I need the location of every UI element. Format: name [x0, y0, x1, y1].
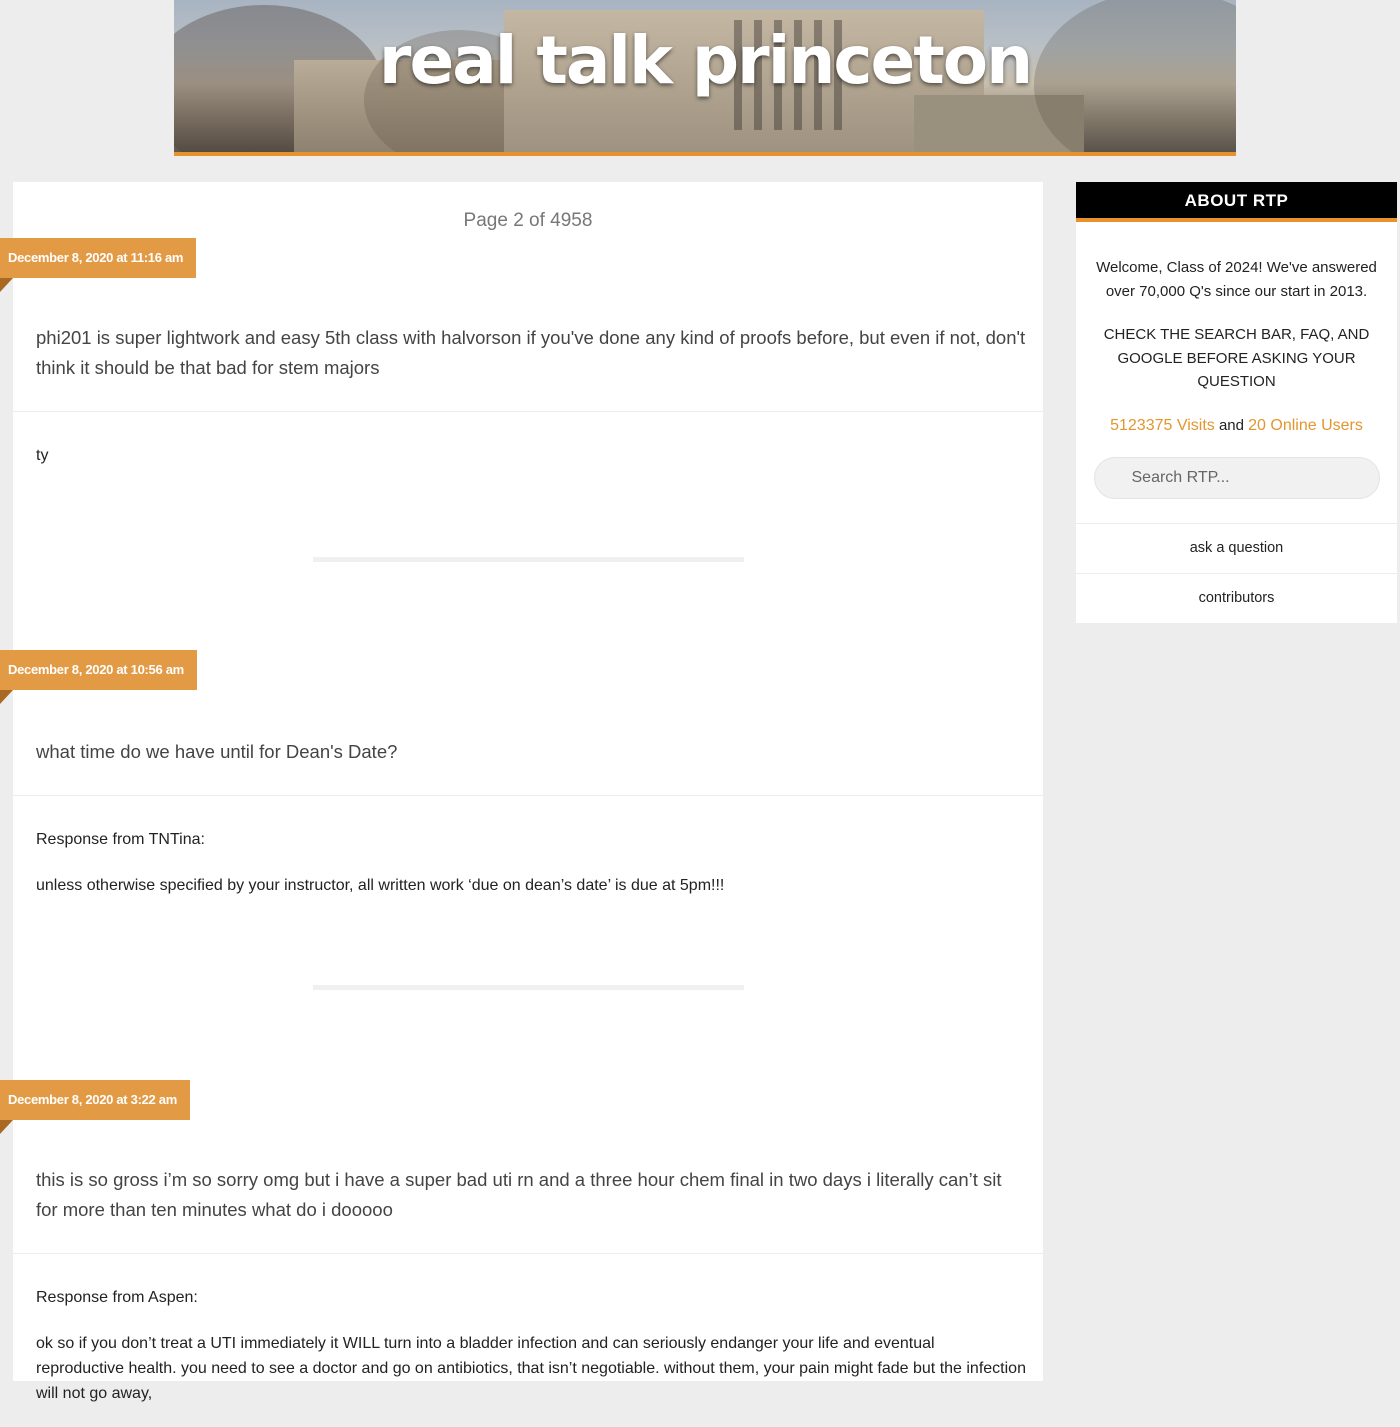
post-answer: Response from Aspen: ok so if you don’t …	[36, 1285, 1026, 1427]
post-divider	[13, 411, 1043, 412]
post-separator	[313, 557, 744, 562]
post-divider	[13, 795, 1043, 796]
post-divider	[13, 1253, 1043, 1254]
visits-count: 5123375 Visits	[1110, 416, 1215, 434]
post-separator	[313, 985, 744, 990]
search-placeholder: Search RTP...	[1131, 469, 1230, 487]
sidebar: ABOUT RTP Welcome, Class of 2024! We've …	[1076, 182, 1397, 623]
welcome-text: Welcome, Class of 2024! We've answered o…	[1096, 259, 1377, 300]
site-stats: 5123375 Visits and 20 Online Users	[1090, 414, 1383, 438]
main-content: Page 2 of 4958 December 8, 2020 at 11:16…	[0, 182, 1043, 1402]
site-title[interactable]: real talk princeton	[174, 22, 1236, 99]
about-widget-body: Welcome, Class of 2024! We've answered o…	[1076, 222, 1397, 523]
ask-question-link[interactable]: ask a question	[1076, 523, 1397, 573]
post-date-tag[interactable]: December 8, 2020 at 3:22 am	[0, 1080, 190, 1120]
answer-paragraph: unless otherwise specified by your instr…	[36, 877, 725, 894]
post-answer: ty	[36, 443, 1026, 489]
post-question: this is so gross i’m so sorry omg but i …	[36, 1169, 1002, 1220]
stats-and: and	[1218, 416, 1244, 434]
answer-paragraph: ty	[36, 447, 49, 464]
post-date-tag[interactable]: December 8, 2020 at 11:16 am	[0, 238, 197, 278]
online-users-count: 20 Online Users	[1248, 416, 1363, 434]
post-question: what time do we have until for Dean's Da…	[36, 741, 398, 762]
post-question: phi201 is super lightwork and easy 5th c…	[36, 327, 1026, 378]
about-widget-title: ABOUT RTP	[1076, 182, 1397, 222]
banner-accent-line	[174, 152, 1236, 156]
search-input[interactable]: Search RTP...	[1093, 457, 1380, 499]
search-notice: CHECK THE SEARCH BAR, FAQ, AND GOOGLE BE…	[1103, 326, 1370, 390]
answer-paragraph: ok so if you don’t treat a UTI immediate…	[36, 1335, 1026, 1402]
post-date-tag[interactable]: December 8, 2020 at 10:56 am	[0, 650, 197, 690]
response-author: Response from Aspen:	[36, 1289, 198, 1306]
contributors-link[interactable]: contributors	[1076, 573, 1397, 623]
post-answer: Response from TNTina: unless otherwise s…	[36, 827, 1026, 919]
page-indicator: Page 2 of 4958	[463, 210, 593, 231]
response-author: Response from TNTina:	[36, 831, 205, 848]
header-banner[interactable]: real talk princeton	[174, 0, 1236, 152]
